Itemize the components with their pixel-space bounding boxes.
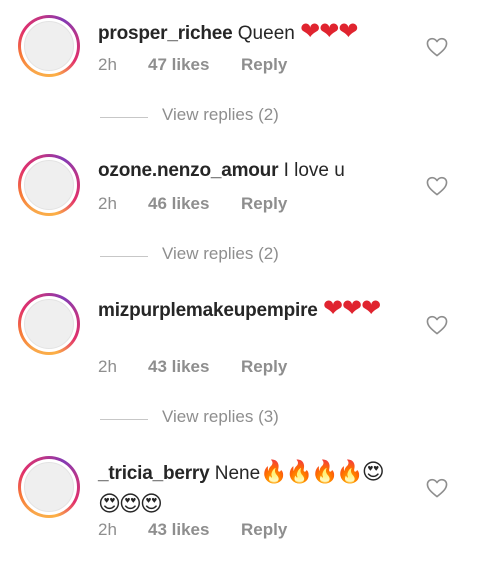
- avatar[interactable]: [18, 456, 80, 518]
- reply-button[interactable]: Reply: [241, 520, 287, 540]
- view-replies-label[interactable]: View replies (2): [162, 244, 279, 264]
- comment-text: Nene: [214, 463, 261, 484]
- avatar[interactable]: [18, 154, 80, 216]
- reply-button[interactable]: Reply: [241, 55, 287, 75]
- replies-divider: [100, 256, 148, 257]
- comment-time: 2h: [98, 55, 117, 74]
- comment-username[interactable]: mizpurplemakeupempire: [98, 300, 318, 321]
- comment-username[interactable]: ozone.nenzo_amour: [98, 160, 278, 181]
- comment-username[interactable]: _tricia_berry: [98, 463, 210, 484]
- comment-username[interactable]: prosper_richee: [98, 23, 233, 44]
- replies-divider: [100, 419, 148, 420]
- heart-outline-icon[interactable]: [426, 176, 448, 196]
- heart-outline-icon[interactable]: [426, 37, 448, 57]
- comment-time: 2h: [98, 520, 117, 539]
- comment-likes[interactable]: 47 likes: [148, 55, 241, 75]
- heart-outline-icon[interactable]: [426, 478, 448, 498]
- reply-button[interactable]: Reply: [241, 357, 287, 377]
- comment-emoji: ❤❤❤: [322, 295, 381, 322]
- reply-button[interactable]: Reply: [241, 194, 287, 214]
- comment-meta: 2h 46 likes Reply: [98, 194, 287, 214]
- comment-text: Queen: [237, 23, 301, 44]
- view-replies-label[interactable]: View replies (3): [162, 407, 279, 427]
- comment-text: I love u: [283, 160, 345, 181]
- comment-likes[interactable]: 43 likes: [148, 520, 241, 540]
- avatar[interactable]: [18, 15, 80, 77]
- view-replies-label[interactable]: View replies (2): [162, 105, 279, 125]
- comment-time: 2h: [98, 357, 117, 376]
- comment-emoji: ❤❤❤: [300, 18, 358, 45]
- replies-divider: [100, 117, 148, 118]
- avatar[interactable]: [18, 293, 80, 355]
- comment-likes[interactable]: 43 likes: [148, 357, 241, 377]
- heart-outline-icon[interactable]: [426, 315, 448, 335]
- comment-meta: 2h 43 likes Reply: [98, 520, 287, 540]
- comment-meta: 2h 47 likes Reply: [98, 55, 287, 75]
- comment-time: 2h: [98, 194, 117, 213]
- comment-likes[interactable]: 46 likes: [148, 194, 241, 214]
- comment-meta: 2h 43 likes Reply: [98, 357, 287, 377]
